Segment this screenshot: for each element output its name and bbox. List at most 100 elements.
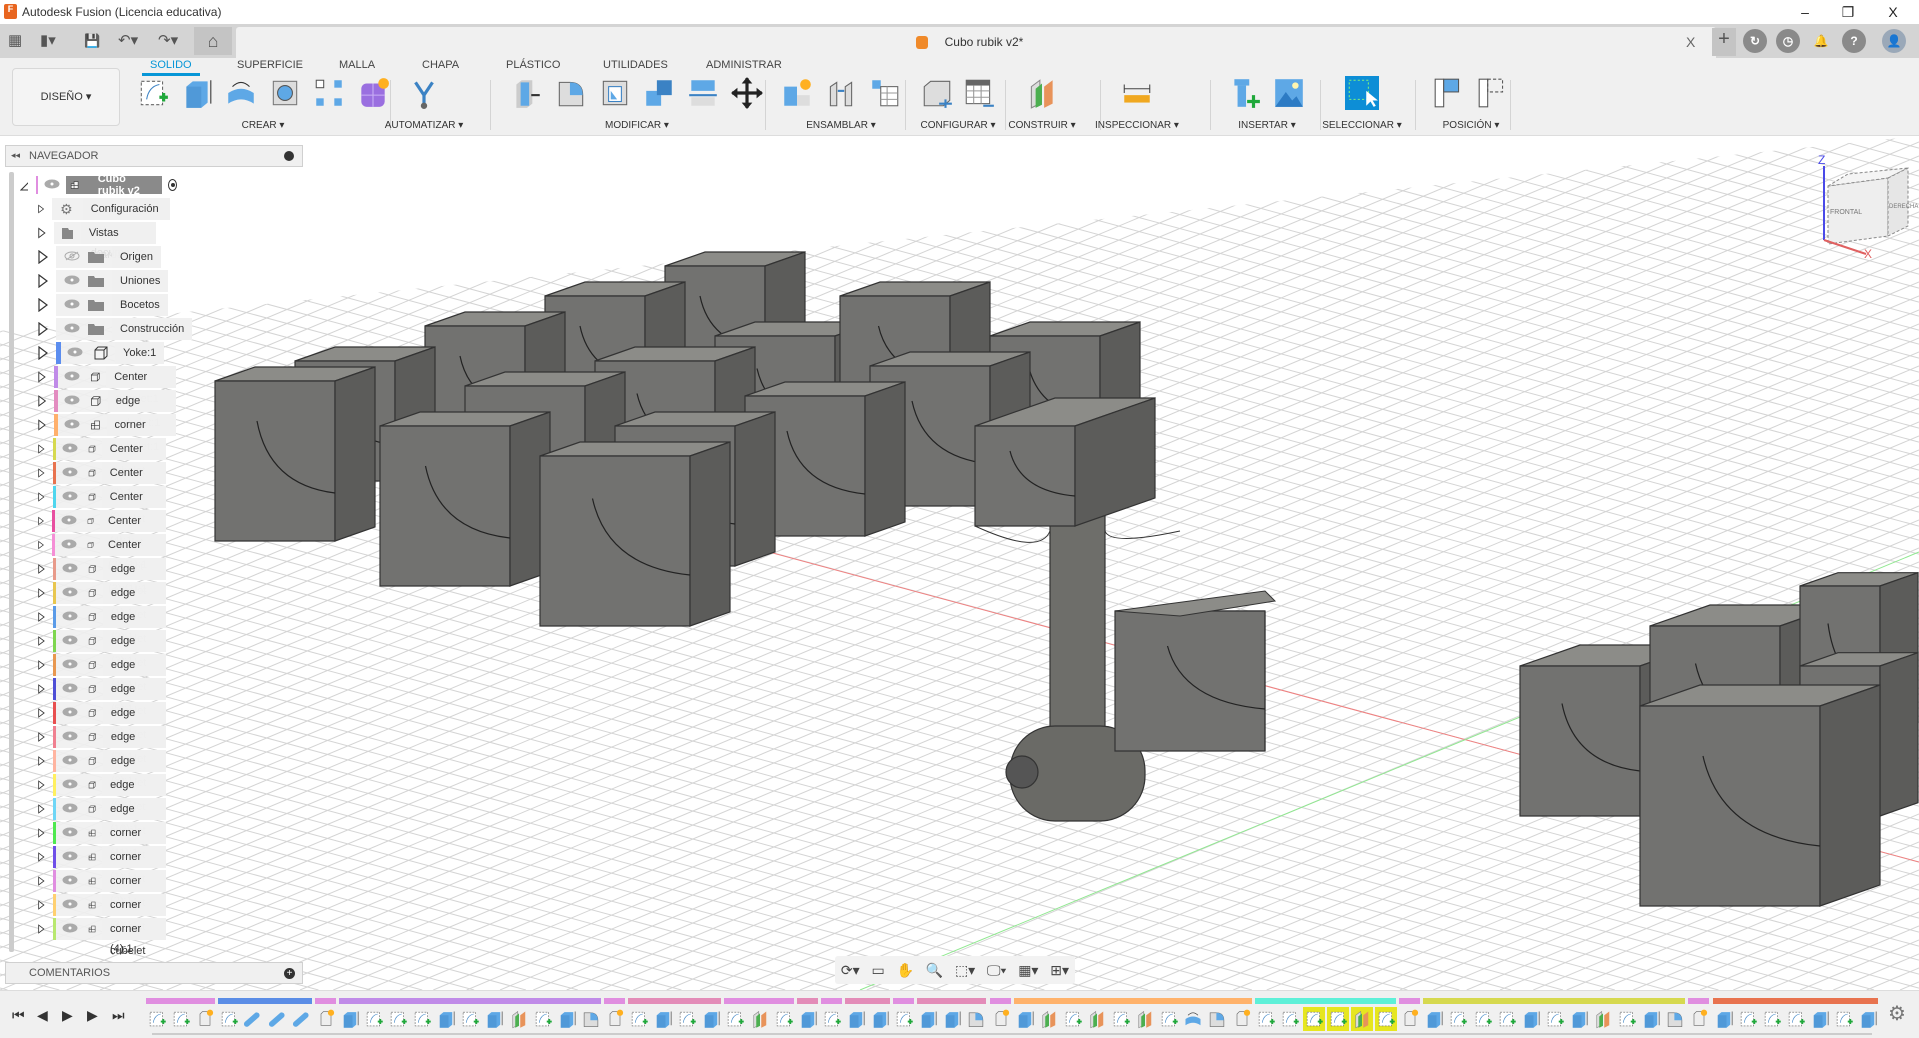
expand-arrow-icon[interactable]: [38, 658, 45, 672]
folder-0[interactable]: ⚙ Configuración del documento: [38, 198, 171, 259]
expand-arrow-icon[interactable]: [38, 202, 45, 216]
timeline-pipe-feature[interactable]: [267, 1007, 289, 1031]
timeline-plane-feature[interactable]: [508, 1007, 530, 1031]
browser-item[interactable]: Center cubelet:1: [38, 366, 176, 405]
hole-icon[interactable]: [268, 76, 304, 112]
new-tab-icon[interactable]: +: [1712, 28, 1736, 56]
timeline-sketch-feature[interactable]: [1302, 1007, 1325, 1031]
tab-malla[interactable]: MALLA: [339, 59, 375, 71]
eye-icon[interactable]: [61, 539, 77, 549]
timeline-group-bar[interactable]: [628, 998, 722, 1004]
eye-icon[interactable]: [62, 635, 78, 645]
timeline-extrude-feature[interactable]: [917, 1007, 939, 1031]
timeline-revolve-feature[interactable]: [1182, 1007, 1204, 1031]
expand-arrow-icon[interactable]: [38, 826, 45, 840]
expand-arrow-icon[interactable]: [38, 250, 48, 264]
timeline-extrude-feature[interactable]: [435, 1007, 457, 1031]
expand-arrow-icon[interactable]: [38, 922, 45, 936]
account-avatar[interactable]: 👤: [1882, 29, 1906, 53]
timeline-sketch-feature[interactable]: [1496, 1007, 1518, 1031]
zoom-icon[interactable]: 🔍: [926, 962, 943, 979]
eye-icon[interactable]: [64, 395, 80, 405]
timeline-component-feature[interactable]: [194, 1007, 216, 1031]
timeline-sketch-feature[interactable]: [773, 1007, 795, 1031]
expand-arrow-icon[interactable]: [38, 514, 44, 528]
workspace-selector[interactable]: DISEÑO ▾: [12, 68, 120, 126]
eye-icon[interactable]: [64, 371, 80, 381]
expand-arrow-icon[interactable]: [38, 898, 45, 912]
timeline-fillet-feature[interactable]: [1206, 1007, 1228, 1031]
timeline-group-bar[interactable]: [218, 998, 312, 1004]
tab-utilidades[interactable]: UTILIDADES: [603, 59, 668, 71]
expand-arrow-icon[interactable]: [38, 466, 45, 480]
timeline-group-bar[interactable]: [724, 998, 794, 1004]
expand-arrow-icon[interactable]: [38, 346, 48, 360]
timeline-extrude-feature[interactable]: [1014, 1007, 1036, 1031]
posición-menu[interactable]: POSICIÓN ▾: [1426, 120, 1516, 131]
eye-icon[interactable]: [62, 683, 78, 693]
extrude-icon[interactable]: [180, 76, 216, 112]
browser-item[interactable]: corner cubelet (5):1: [38, 918, 167, 979]
undo-icon[interactable]: ↶▾: [118, 30, 138, 52]
timeline-sketch-feature[interactable]: [1326, 1007, 1349, 1031]
grid-icon[interactable]: ▦▾: [1018, 962, 1038, 979]
split-icon[interactable]: [686, 76, 722, 112]
timeline-sketch-feature[interactable]: [387, 1007, 409, 1031]
timeline-pipe-feature[interactable]: [291, 1007, 313, 1031]
save-icon[interactable]: 💾: [84, 30, 100, 52]
eye-icon[interactable]: [62, 443, 78, 453]
timeline-extrude-feature[interactable]: [652, 1007, 674, 1031]
timeline-extrude-feature[interactable]: [845, 1007, 867, 1031]
timeline-extrude-feature[interactable]: [339, 1007, 361, 1031]
browser-item[interactable]: corner cubelet (3):1: [38, 870, 167, 931]
3d-scene[interactable]: Z X FRONTAL DERECHA: [0, 136, 1919, 990]
jobs-icon[interactable]: ◷: [1776, 29, 1800, 53]
move-icon[interactable]: [730, 76, 766, 112]
minimize-panel-icon[interactable]: [284, 151, 294, 161]
seleccionar-menu[interactable]: SELECCIONAR ▾: [1317, 120, 1407, 131]
timeline-sketch-feature[interactable]: [1158, 1007, 1180, 1031]
timeline-group-bar[interactable]: [917, 998, 987, 1004]
timeline-sketch-feature[interactable]: [532, 1007, 554, 1031]
timeline-sketch-feature[interactable]: [1375, 1007, 1398, 1031]
eye-icon[interactable]: [64, 323, 80, 333]
timeline-sketch-feature[interactable]: [170, 1007, 192, 1031]
timeline-extrude-feature[interactable]: [1568, 1007, 1590, 1031]
timeline-group-bar[interactable]: [338, 998, 601, 1004]
restore-button[interactable]: ❐: [1833, 2, 1863, 22]
construir-menu[interactable]: CONSTRUIR ▾: [997, 120, 1087, 131]
timeline-sketch-feature[interactable]: [1279, 1007, 1301, 1031]
expand-arrow-icon[interactable]: [38, 274, 48, 288]
combine-icon[interactable]: [642, 76, 678, 112]
tab-administrar[interactable]: ADMINISTRAR: [706, 59, 782, 71]
viewcube-x-label[interactable]: X: [1864, 247, 1872, 261]
eye-icon[interactable]: [62, 611, 78, 621]
browser-item[interactable]: edge cubelet (4):1: [38, 630, 167, 691]
timeline-extrude-feature[interactable]: [797, 1007, 819, 1031]
timeline-sketch-feature[interactable]: [363, 1007, 385, 1031]
timeline-group-bar[interactable]: [1712, 998, 1879, 1004]
tab-chapa[interactable]: CHAPA: [422, 59, 459, 71]
browser-item[interactable]: edge cubelet (8):1: [38, 726, 167, 787]
step-forward-button[interactable]: ▶: [87, 1007, 98, 1024]
pan-icon[interactable]: ✋: [896, 962, 913, 979]
timeline-sketch-feature[interactable]: [218, 1007, 240, 1031]
timeline-plane-feature[interactable]: [1351, 1007, 1373, 1031]
bolt-insert-icon[interactable]: [1228, 76, 1264, 112]
close-window-button[interactable]: X: [1878, 2, 1908, 22]
viewports-icon[interactable]: ⊞▾: [1050, 962, 1069, 979]
notifications-icon[interactable]: 🔔: [1809, 29, 1833, 53]
inspeccionar-menu[interactable]: INSPECCIONAR ▾: [1092, 120, 1182, 131]
timeline-sketch-feature[interactable]: [1255, 1007, 1277, 1031]
timeline-sketch-feature[interactable]: [893, 1007, 915, 1031]
folder-4[interactable]: Bocetos: [38, 294, 168, 316]
timeline-group-bar[interactable]: [893, 998, 915, 1004]
browser-item[interactable]: edge cubelet (1):1: [38, 558, 167, 619]
browser-item[interactable]: Yoke:1: [38, 342, 165, 364]
eye-icon[interactable]: [44, 179, 60, 189]
tab-superficie[interactable]: SUPERFICIE: [237, 59, 303, 71]
collapse-navigator-icon[interactable]: ◂◂: [11, 150, 20, 161]
folder-1[interactable]: Vistas guardadas: [38, 222, 156, 261]
eye-icon[interactable]: [62, 659, 78, 669]
browser-item[interactable]: edge cubelet (11):1: [38, 798, 167, 859]
